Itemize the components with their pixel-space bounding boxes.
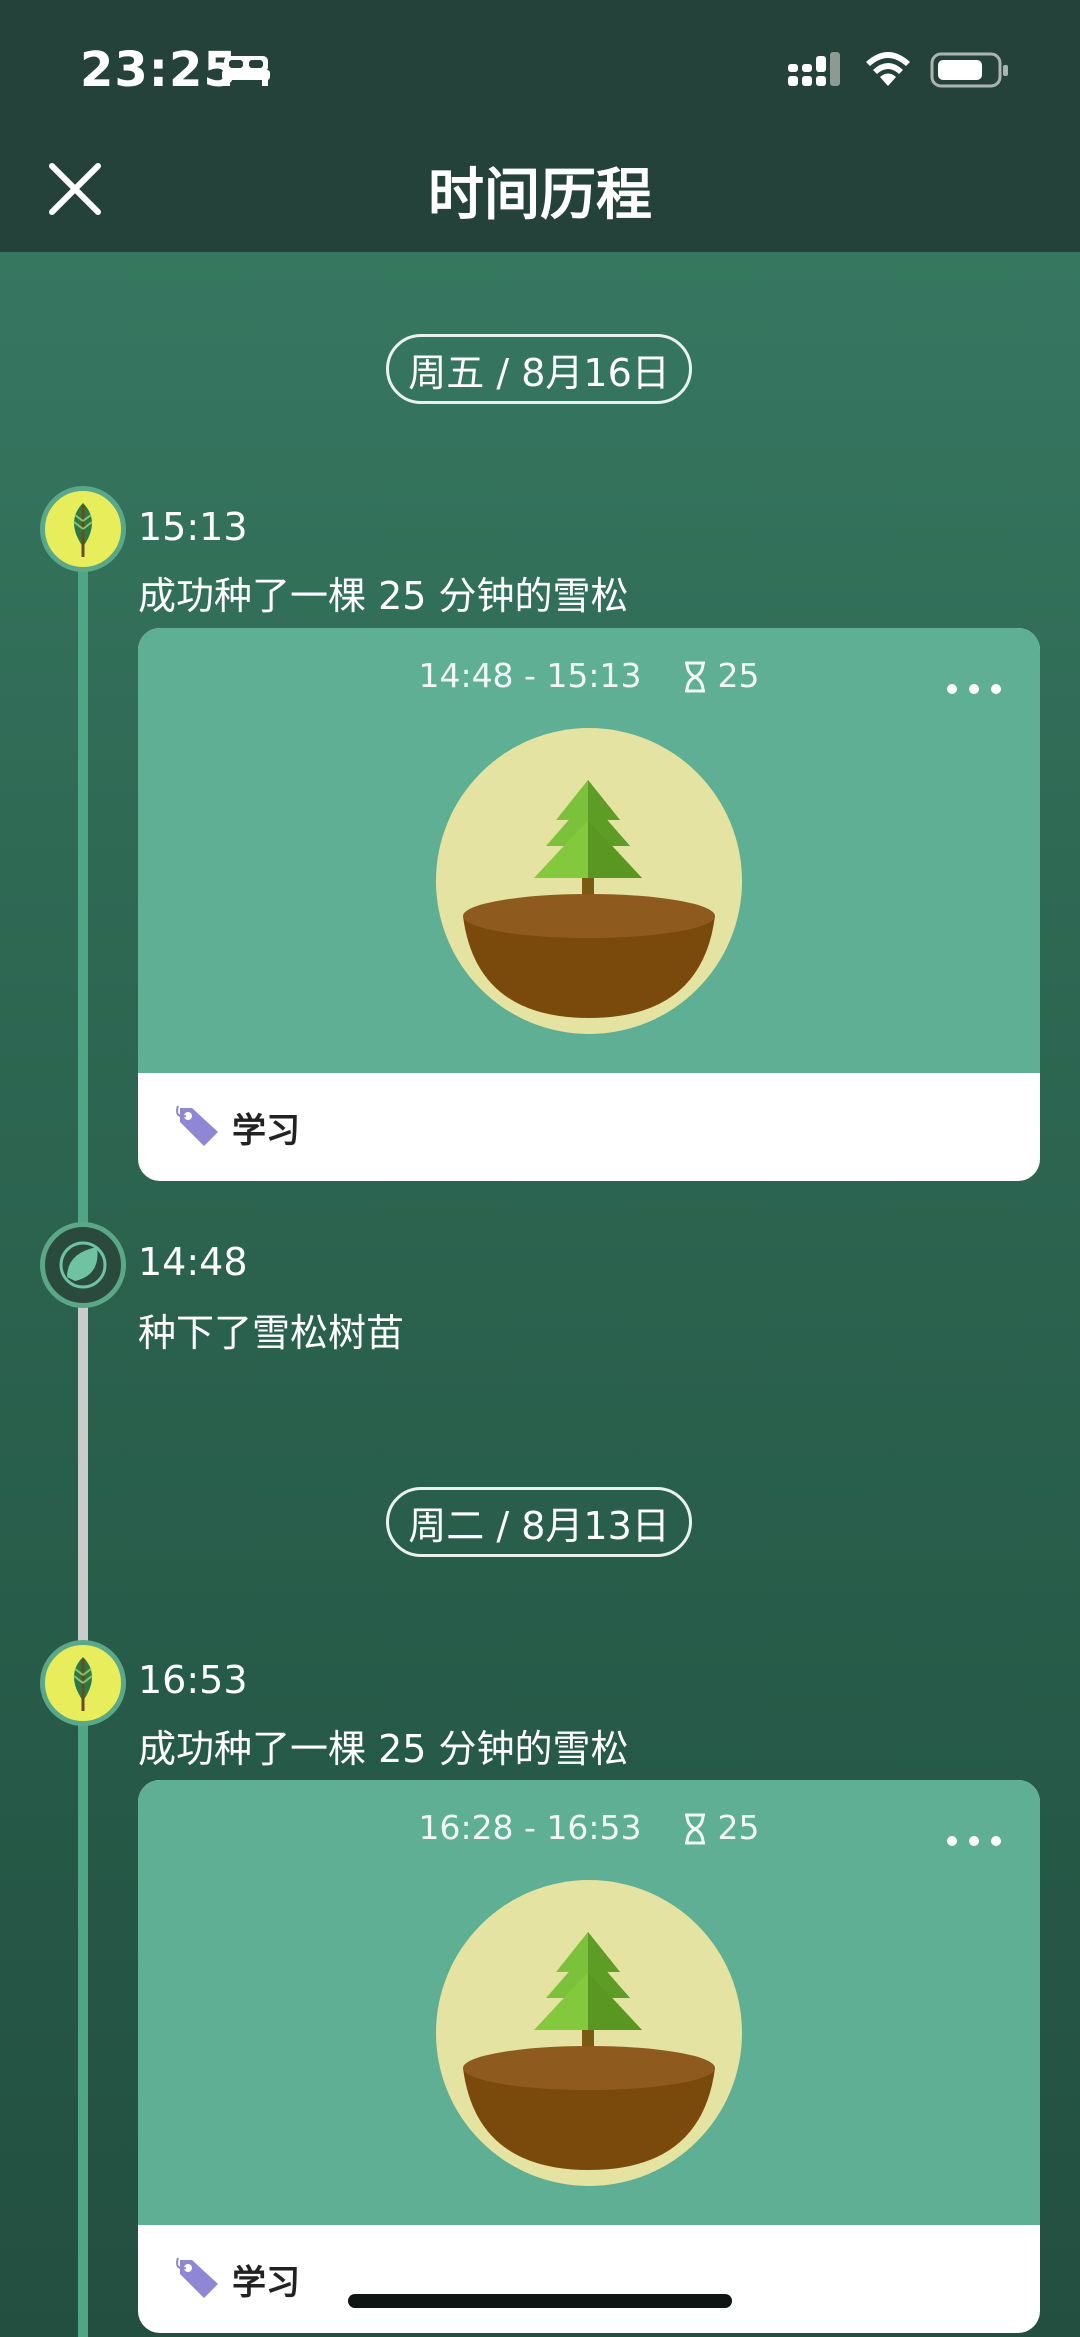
session-minutes: 25 <box>717 1808 760 1847</box>
event-time: 16:53 <box>138 1658 248 1702</box>
timeline-line-planted <box>78 1300 88 1660</box>
tag-icon <box>176 2257 218 2298</box>
status-time: 23:25 <box>80 42 238 98</box>
card-tag-row[interactable]: 学习 <box>138 2225 1040 2333</box>
date-pill: 周五 / 8月16日 <box>386 334 692 404</box>
sleep-mode-icon <box>222 56 270 86</box>
date-pill: 周二 / 8月13日 <box>386 1487 692 1557</box>
session-time-range: 14:48 - 15:13 <box>418 656 642 695</box>
cedar-tree-icon <box>463 1932 715 2170</box>
card-header: 16:28 - 16:53 25 <box>138 1780 1040 2225</box>
battery-icon <box>930 52 1008 88</box>
session-card[interactable]: 16:28 - 16:53 25 学习 <box>138 1780 1040 2333</box>
tree-success-marker <box>40 1640 126 1726</box>
event-time: 14:48 <box>138 1240 248 1284</box>
cedar-tree-icon <box>463 780 715 1018</box>
event-text: 成功种了一棵 25 分钟的雪松 <box>138 1727 629 1771</box>
card-header: 14:48 - 15:13 25 <box>138 628 1040 1073</box>
home-indicator[interactable] <box>348 2294 732 2308</box>
more-options-icon[interactable] <box>944 680 1004 698</box>
timeline-line-completed <box>78 570 88 1250</box>
tree-success-marker <box>40 486 126 572</box>
tag-icon <box>176 1105 218 1146</box>
page-title: 时间历程 <box>428 163 652 228</box>
timeline-line-completed <box>78 1720 88 2337</box>
session-range: 16:28 - 16:53 25 <box>138 1808 1040 1847</box>
session-minutes: 25 <box>717 656 760 695</box>
session-card[interactable]: 14:48 - 15:13 25 学习 <box>138 628 1040 1181</box>
event-text: 成功种了一棵 25 分钟的雪松 <box>138 574 629 618</box>
seedling-marker <box>40 1222 126 1308</box>
leaf-icon <box>73 1657 93 1711</box>
session-range: 14:48 - 15:13 25 <box>138 656 1040 695</box>
top-bar: 23:25 时间历程 <box>0 0 1080 252</box>
more-options-icon[interactable] <box>944 1832 1004 1850</box>
growing-timer-icon <box>59 1241 107 1289</box>
tree-illustration <box>436 1880 742 2186</box>
event-time: 15:13 <box>138 505 248 549</box>
leaf-icon <box>73 503 93 557</box>
event-text: 种下了雪松树苗 <box>138 1311 405 1355</box>
card-tag-row[interactable]: 学习 <box>138 1073 1040 1181</box>
session-time-range: 16:28 - 16:53 <box>418 1808 642 1847</box>
cellular-signal-icon <box>788 52 840 86</box>
hourglass-icon <box>684 1813 705 1845</box>
hourglass-icon <box>684 661 705 693</box>
wifi-icon <box>866 52 910 86</box>
tag-label: 学习 <box>232 1110 300 1151</box>
tag-label: 学习 <box>232 2262 300 2303</box>
tree-illustration <box>436 728 742 1034</box>
